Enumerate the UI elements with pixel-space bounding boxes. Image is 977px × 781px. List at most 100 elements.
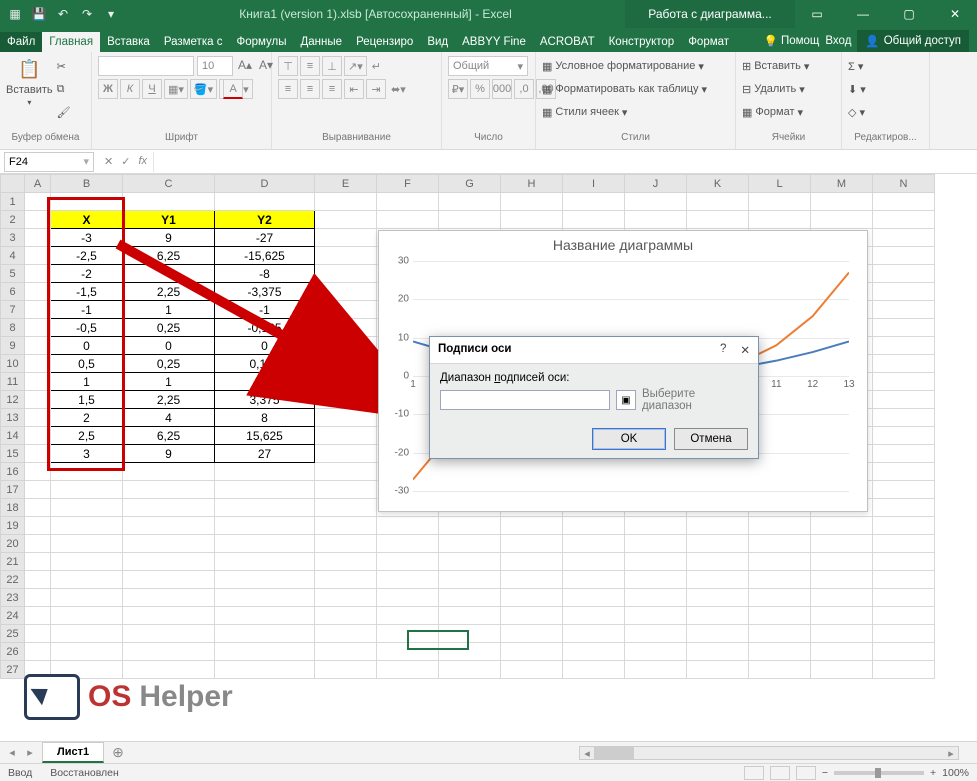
row-header-25[interactable]: 25 bbox=[1, 625, 25, 643]
cell-C24[interactable] bbox=[123, 607, 215, 625]
cell-H24[interactable] bbox=[501, 607, 563, 625]
cell-H22[interactable] bbox=[501, 571, 563, 589]
cell-E19[interactable] bbox=[315, 517, 377, 535]
cell-B20[interactable] bbox=[51, 535, 123, 553]
page-layout-view-icon[interactable] bbox=[770, 766, 790, 780]
cell-N20[interactable] bbox=[873, 535, 935, 553]
cell-C16[interactable] bbox=[123, 463, 215, 481]
cell-C2[interactable]: Y1 bbox=[123, 211, 215, 229]
normal-view-icon[interactable] bbox=[744, 766, 764, 780]
sheet-nav-prev-icon[interactable]: ▸ bbox=[22, 746, 38, 759]
cell-J19[interactable] bbox=[625, 517, 687, 535]
number-format-combo[interactable]: Общий▾ bbox=[448, 56, 528, 76]
row-header-21[interactable]: 21 bbox=[1, 553, 25, 571]
cell-C5[interactable]: 4 bbox=[123, 265, 215, 283]
cell-N9[interactable] bbox=[873, 337, 935, 355]
fx-icon[interactable]: fx bbox=[138, 155, 147, 168]
cell-F27[interactable] bbox=[377, 661, 439, 679]
cell-A24[interactable] bbox=[25, 607, 51, 625]
col-header-A[interactable]: A bbox=[25, 175, 51, 193]
chart-title[interactable]: Название диаграммы bbox=[379, 231, 867, 257]
cell-K1[interactable] bbox=[687, 193, 749, 211]
tab-формулы[interactable]: Формулы bbox=[229, 32, 293, 52]
zoom-slider[interactable] bbox=[834, 771, 924, 775]
cell-A23[interactable] bbox=[25, 589, 51, 607]
row-header-19[interactable]: 19 bbox=[1, 517, 25, 535]
cell-N6[interactable] bbox=[873, 283, 935, 301]
cell-C6[interactable]: 2,25 bbox=[123, 283, 215, 301]
align-top-icon[interactable]: ⊤ bbox=[278, 56, 298, 76]
sheet-tab-active[interactable]: Лист1 bbox=[42, 742, 104, 763]
zoom-in-icon[interactable]: + bbox=[930, 767, 936, 779]
cell-M19[interactable] bbox=[811, 517, 873, 535]
cell-C13[interactable]: 4 bbox=[123, 409, 215, 427]
cell-I21[interactable] bbox=[563, 553, 625, 571]
zoom-out-icon[interactable]: − bbox=[822, 767, 828, 779]
cell-N4[interactable] bbox=[873, 247, 935, 265]
cell-C1[interactable] bbox=[123, 193, 215, 211]
cancel-button[interactable]: Отмена bbox=[674, 428, 748, 450]
cell-I23[interactable] bbox=[563, 589, 625, 607]
cell-D25[interactable] bbox=[215, 625, 315, 643]
align-middle-icon[interactable]: ≡ bbox=[300, 56, 320, 76]
row-header-16[interactable]: 16 bbox=[1, 463, 25, 481]
cell-J27[interactable] bbox=[625, 661, 687, 679]
redo-icon[interactable]: ↷ bbox=[78, 5, 96, 23]
col-header-I[interactable]: I bbox=[563, 175, 625, 193]
cell-F24[interactable] bbox=[377, 607, 439, 625]
cell-A12[interactable] bbox=[25, 391, 51, 409]
cell-D9[interactable]: 0 bbox=[215, 337, 315, 355]
col-header-C[interactable]: C bbox=[123, 175, 215, 193]
cell-H20[interactable] bbox=[501, 535, 563, 553]
cell-J26[interactable] bbox=[625, 643, 687, 661]
tab-file[interactable]: Файл bbox=[0, 32, 42, 52]
cell-D3[interactable]: -27 bbox=[215, 229, 315, 247]
cell-N11[interactable] bbox=[873, 373, 935, 391]
align-bottom-icon[interactable]: ⊥ bbox=[322, 56, 342, 76]
cell-M2[interactable] bbox=[811, 211, 873, 229]
cell-M27[interactable] bbox=[811, 661, 873, 679]
range-picker-icon[interactable]: ▣ bbox=[616, 390, 636, 410]
insert-cells-button[interactable]: ⊞ Вставить ▾ bbox=[742, 56, 809, 76]
increase-font-icon[interactable]: A▴ bbox=[236, 56, 254, 74]
cell-A1[interactable] bbox=[25, 193, 51, 211]
cell-G22[interactable] bbox=[439, 571, 501, 589]
cell-K27[interactable] bbox=[687, 661, 749, 679]
col-header-H[interactable]: H bbox=[501, 175, 563, 193]
cell-L22[interactable] bbox=[749, 571, 811, 589]
indent-increase-icon[interactable]: ⇥ bbox=[366, 79, 386, 99]
bold-button[interactable]: Ж bbox=[98, 79, 118, 99]
col-header-G[interactable]: G bbox=[439, 175, 501, 193]
cell-L26[interactable] bbox=[749, 643, 811, 661]
horizontal-scrollbar[interactable]: ◂▸ bbox=[579, 746, 959, 760]
cell-K25[interactable] bbox=[687, 625, 749, 643]
row-header-18[interactable]: 18 bbox=[1, 499, 25, 517]
cell-A16[interactable] bbox=[25, 463, 51, 481]
cell-A6[interactable] bbox=[25, 283, 51, 301]
cell-N25[interactable] bbox=[873, 625, 935, 643]
cell-B14[interactable]: 2,5 bbox=[51, 427, 123, 445]
font-size-combo[interactable]: 10 bbox=[197, 56, 233, 76]
cell-F26[interactable] bbox=[377, 643, 439, 661]
tab-acrobat[interactable]: ACROBAT bbox=[533, 32, 602, 52]
cell-E9[interactable] bbox=[315, 337, 377, 355]
cell-G27[interactable] bbox=[439, 661, 501, 679]
formula-input[interactable] bbox=[153, 152, 977, 172]
zoom-level[interactable]: 100% bbox=[942, 767, 969, 779]
cell-A26[interactable] bbox=[25, 643, 51, 661]
cell-E21[interactable] bbox=[315, 553, 377, 571]
minimize-icon[interactable]: — bbox=[841, 0, 885, 28]
autosum-icon[interactable]: Σ ▾ bbox=[848, 56, 866, 76]
cell-J22[interactable] bbox=[625, 571, 687, 589]
maximize-icon[interactable]: ▢ bbox=[887, 0, 931, 28]
cell-C23[interactable] bbox=[123, 589, 215, 607]
cell-N8[interactable] bbox=[873, 319, 935, 337]
row-header-1[interactable]: 1 bbox=[1, 193, 25, 211]
cell-L27[interactable] bbox=[749, 661, 811, 679]
ok-button[interactable]: OK bbox=[592, 428, 666, 450]
undo-icon[interactable]: ↶ bbox=[54, 5, 72, 23]
cell-G26[interactable] bbox=[439, 643, 501, 661]
cell-M24[interactable] bbox=[811, 607, 873, 625]
cell-A15[interactable] bbox=[25, 445, 51, 463]
cell-K21[interactable] bbox=[687, 553, 749, 571]
